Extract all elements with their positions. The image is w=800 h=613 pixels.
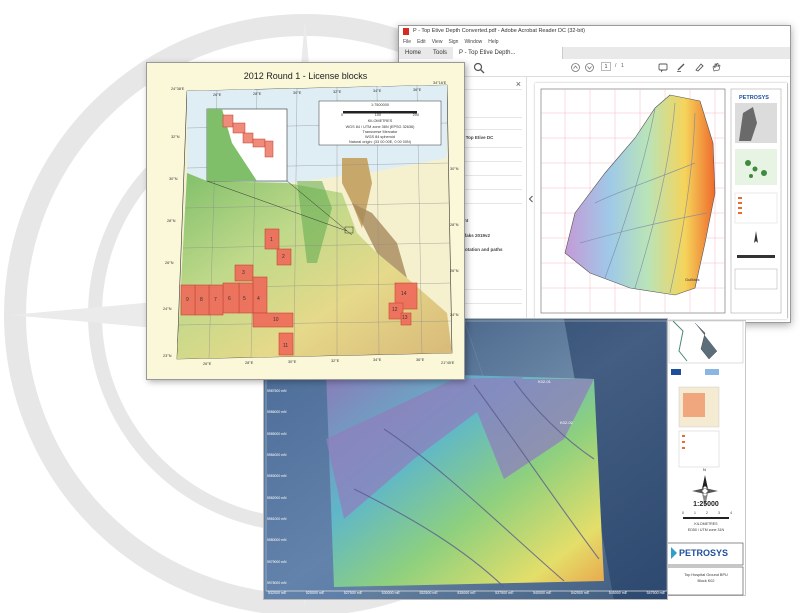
block-number: 5 (243, 296, 246, 302)
legend-caption-2: Block K02 (697, 579, 715, 583)
block-number: 8 (200, 297, 203, 303)
lat-label-right: 24°N (450, 313, 459, 317)
pdf-icon (403, 28, 409, 35)
lon-label-bottom: 26°E (203, 362, 212, 366)
license-map-graphic (176, 84, 453, 360)
menu-window[interactable]: Window (464, 37, 482, 47)
menu-view[interactable]: View (432, 37, 443, 47)
tab-tools[interactable]: Tools (427, 47, 453, 59)
legend-scale: 1:25000 (693, 501, 719, 508)
corner-label: 34°16'E (433, 81, 447, 85)
lat-label-right: 28°N (450, 223, 459, 227)
block-number: 4 (257, 296, 260, 302)
corner-label: 21°45'E (441, 361, 455, 365)
menu-help[interactable]: Help (488, 37, 498, 47)
x-axis-ticks: 532000 mE 525000 mE 527500 mE 530000 mE … (268, 591, 665, 595)
license-projection-line: Transverse Mercator (362, 130, 398, 134)
menu-sign[interactable]: Sign (448, 37, 458, 47)
lat-label-left: 26°N (165, 261, 174, 265)
lat-label-right: 30°N (450, 167, 459, 171)
legend-scale-unit: KILOMETRES (694, 522, 718, 526)
lon-label-top: 28°E (253, 92, 262, 96)
license-blocks-map: 2012 Round 1 - License blocks 1:7500000 … (146, 62, 465, 380)
map-label: Gullfaks (685, 277, 699, 282)
legend-brand-logo: PETROSYS (679, 548, 729, 558)
acrobat-tabs: Home Tools P - Top Etive Depth... (399, 47, 790, 59)
y-axis-ticks: 5987500 mN 5986000 mN 5985000 mN 5984000… (267, 389, 287, 585)
license-projection-line: WGS 84 spheroid (365, 135, 395, 139)
license-projection-line: Natural origin: (33 00 00E, 0 00 00N) (348, 140, 412, 144)
lon-label-top: 26°E (213, 93, 222, 97)
tab-document[interactable]: P - Top Etive Depth... (453, 47, 564, 59)
previous-page-icon[interactable] (571, 63, 580, 72)
tab-home[interactable]: Home (399, 47, 427, 59)
next-page-icon[interactable] (585, 63, 594, 72)
brand-logo: PETROSYS (739, 95, 769, 101)
lon-label-top: 30°E (293, 91, 302, 95)
depth-map: Gullfaks PETROSYS (540, 88, 782, 314)
lon-label-bottom: 36°E (416, 358, 425, 362)
legend-projection: ED50 / UTM zone 31N (687, 528, 725, 532)
lat-label-right: 26°N (450, 269, 459, 273)
acrobat-title-bar[interactable]: P - Top Etive Depth Converted.pdf - Adob… (399, 26, 790, 37)
license-scale-unit: KILOMETRES (367, 119, 393, 123)
block-number: 3 (242, 270, 245, 276)
block-label-k02-02: K02-02 (560, 420, 573, 425)
license-scale-ticks: 0 100 200 (341, 113, 419, 117)
block-number: 7 (214, 297, 217, 303)
lat-label-left: 32°N (171, 135, 180, 139)
acrobat-menu-bar: File Edit View Sign Window Help (399, 37, 790, 47)
block-number: 6 (228, 296, 231, 302)
lon-label-bottom: 34°E (373, 358, 382, 362)
lon-label-bottom: 28°E (245, 361, 254, 365)
zoom-search-icon[interactable] (473, 62, 485, 74)
license-projection-line: WGS 84 / UTM zone 36N (EPSG 32636) (345, 125, 415, 129)
block-number: 11 (283, 343, 289, 349)
legend-caption-1: Top Hospital Ground BPU (684, 573, 728, 577)
pen-icon[interactable] (676, 62, 686, 72)
page-total: 1 (621, 63, 624, 69)
panel-close-icon[interactable]: × (516, 79, 521, 89)
legend-scale-ticks: 0 1 2 3 4 (682, 511, 732, 515)
corner-label: 23°N (163, 354, 172, 358)
lon-label-bottom: 32°E (331, 359, 340, 363)
lon-label-top: 32°E (333, 90, 342, 94)
lat-label-left: 24°N (163, 307, 172, 311)
lat-label-left: 28°N (167, 219, 176, 223)
lon-label-top: 36°E (413, 88, 422, 92)
block-number: 10 (273, 317, 279, 323)
hand-tool-icon[interactable] (711, 62, 721, 72)
highlight-icon[interactable] (694, 62, 704, 72)
document-view[interactable]: Gullfaks PETROSYS (535, 83, 788, 319)
block-number: 14 (401, 291, 407, 297)
block-number: 12 (392, 307, 398, 313)
license-scale-text: 1:7500000 (371, 103, 389, 107)
desktop-collage: P - Top Etive Depth Converted.pdf - Adob… (0, 0, 800, 613)
acrobat-title: P - Top Etive Depth Converted.pdf - Adob… (413, 28, 585, 34)
block-number: 1 (270, 237, 273, 243)
lon-label-top: 34°E (373, 89, 382, 93)
legend-north: N (703, 467, 706, 472)
map-legend-panel: N 1:25000 KILOMETRES ED50 / UTM zone 31N… (664, 320, 746, 596)
menu-file[interactable]: File (403, 37, 411, 47)
page-number-input[interactable]: 1 (601, 62, 611, 71)
comment-icon[interactable] (658, 63, 668, 73)
pdf-page: Gullfaks PETROSYS (535, 83, 787, 319)
block-label-k02-01: K02-01 (538, 379, 551, 384)
corner-label: 24°38'E (171, 87, 185, 91)
menu-edit[interactable]: Edit (417, 37, 426, 47)
lon-label-bottom: 30°E (288, 360, 297, 364)
block-number: 9 (186, 297, 189, 303)
collapse-panel-icon[interactable] (528, 195, 534, 203)
block-number: 2 (282, 254, 285, 260)
lat-label-left: 30°N (169, 177, 178, 181)
page-separator: / (615, 63, 617, 69)
block-number: 13 (402, 315, 408, 321)
